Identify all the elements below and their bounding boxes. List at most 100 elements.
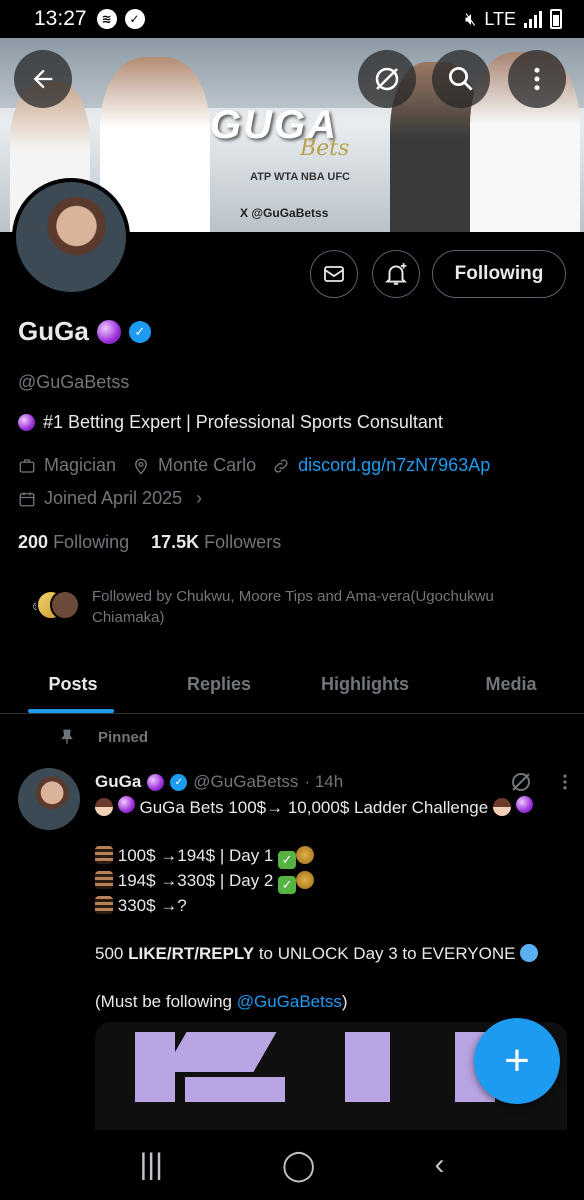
profile-name-row: GuGa ✓ (18, 316, 151, 347)
post-body[interactable]: GuGa Bets 100$→ 10,000$ Ladder Challenge… (95, 796, 570, 1014)
post-author-handle: @GuGaBetss (193, 772, 299, 791)
crystal-ball-icon (18, 414, 35, 431)
post-line-1: 100$ →194$ | Day 1 ✓ (95, 844, 570, 869)
money-bag-emoji-icon (296, 846, 315, 864)
crystal-ball-icon (515, 796, 533, 813)
profile-avatar[interactable] (12, 178, 130, 296)
following-count-link[interactable]: 200 Following (18, 532, 129, 553)
post-line-3-text: 330$ →? (117, 896, 187, 915)
check-icon: ✓ (124, 9, 145, 29)
cta-prefix: 500 (95, 944, 129, 963)
post-title-line: GuGa Bets 100$→ 10,000$ Ladder Challenge (95, 796, 570, 820)
search-button[interactable] (432, 50, 490, 108)
post-line-3: 330$ →? (95, 894, 570, 918)
compose-button[interactable]: + (474, 1018, 560, 1104)
back-button[interactable] (14, 50, 72, 108)
mute-icon: 🔇︎ (464, 8, 477, 29)
banner-brand-sub: Bets (300, 136, 350, 161)
mini-avatar-3 (50, 590, 80, 620)
occupation-item: Magician (18, 455, 116, 476)
back-arrow-icon (33, 69, 53, 89)
joined-item[interactable]: Joined April 2025 › (18, 488, 202, 509)
more-icon (534, 67, 540, 91)
following-button[interactable]: Following (432, 250, 566, 298)
cta-reply: REPLY (198, 944, 255, 963)
ladder-emoji-icon (95, 896, 113, 914)
ladder-emoji-icon (95, 846, 113, 864)
crystal-ball-icon (96, 319, 121, 344)
followed-by[interactable]: ☺ Followed by Chukwu, Moore Tips and Ama… (22, 586, 562, 628)
followed-by-avatars: ☺ (22, 586, 82, 626)
bio-text: #1 Betting Expert | Professional Sports … (43, 412, 443, 432)
pinned-label: Pinned (98, 728, 149, 746)
more-icon[interactable] (555, 771, 575, 793)
briefcase-icon (19, 458, 35, 473)
tab-media[interactable]: Media (438, 656, 584, 713)
link-icon (274, 458, 288, 473)
post-line-2-text: 194$ →330$ | Day 2 (117, 871, 274, 890)
post-line-2: 194$ →330$ | Day 2 ✓ (95, 869, 570, 894)
banner-leagues: ATP WTA NBA UFC (250, 171, 351, 183)
spotify-icon: ≋ (96, 9, 117, 29)
post-title: GuGa Bets 100$→ 10,000$ Ladder Challenge (139, 798, 489, 817)
check-mark-emoji-icon: ✓ (278, 876, 297, 894)
mention-link[interactable]: @GuGaBetss (237, 992, 342, 1011)
grok-icon (375, 67, 399, 91)
profile-tabs: Posts Replies Highlights Media (0, 656, 584, 714)
post-header: GuGa ✓ @GuGaBetss · 14h (95, 770, 575, 794)
cta-rt: RT (171, 944, 195, 963)
tab-highlights[interactable]: Highlights (292, 656, 438, 713)
money-bag-emoji-icon (296, 871, 315, 889)
grok-button[interactable] (358, 50, 416, 108)
joined-text: Joined April 2025 (44, 488, 183, 508)
notification-bell-icon (384, 263, 408, 285)
media-shape (163, 1032, 277, 1072)
verified-badge-icon: ✓ (170, 773, 188, 791)
location-item: Monte Carlo (132, 455, 256, 476)
signal-icon (524, 10, 542, 28)
battery-icon (550, 9, 562, 29)
post-avatar[interactable] (18, 768, 80, 830)
location-icon (135, 458, 147, 474)
followers-count-link[interactable]: 17.5K Followers (151, 532, 281, 553)
post-author-name[interactable]: GuGa (95, 772, 141, 792)
note-suffix: ) (341, 992, 348, 1011)
profile-link[interactable]: discord.gg/n7zN7963Ap (298, 455, 490, 476)
back-icon[interactable]: ‹ (434, 1148, 444, 1182)
crystal-ball-icon (117, 796, 135, 813)
followers-label: Followers (204, 532, 282, 552)
location-text: Monte Carlo (158, 455, 257, 475)
message-button[interactable] (310, 250, 358, 298)
recent-apps-icon[interactable]: ||| (140, 1148, 163, 1182)
wizard-emoji-icon (492, 798, 511, 816)
notify-button[interactable] (372, 250, 420, 298)
following-label: Following (53, 532, 130, 552)
occupation-text: Magician (44, 455, 117, 475)
post-note: (Must be following @GuGaBetss) (95, 990, 570, 1014)
cta-suffix: to UNLOCK Day 3 to EVERYONE (254, 944, 516, 963)
wizard-emoji-icon (95, 798, 113, 816)
media-shape (345, 1032, 390, 1102)
status-indicators: 🔇︎ LTE (465, 9, 562, 30)
verified-badge-icon[interactable]: ✓ (128, 320, 151, 343)
follow-counts: 200 Following 17.5K Followers (18, 532, 281, 553)
crystal-ball-icon (147, 773, 165, 791)
search-icon (449, 67, 473, 91)
grok-icon[interactable] (509, 770, 533, 794)
followers-count: 17.5K (151, 532, 200, 552)
link-item[interactable]: discord.gg/n7zN7963Ap (272, 455, 490, 476)
message-icon (324, 266, 344, 282)
banner-handle: X @GuGaBetss (240, 206, 329, 220)
home-icon[interactable]: ◯ (282, 1148, 316, 1183)
calendar-icon (19, 491, 35, 506)
following-count: 200 (18, 532, 49, 552)
pinned-label-row: Pinned (58, 728, 148, 746)
profile-bio: #1 Betting Expert | Professional Sports … (18, 412, 443, 433)
more-button[interactable] (508, 50, 566, 108)
tab-replies[interactable]: Replies (146, 656, 292, 713)
check-mark-emoji-icon: ✓ (278, 851, 297, 869)
tab-posts[interactable]: Posts (0, 656, 146, 713)
followed-by-text: Followed by Chukwu, Moore Tips and Ama-v… (92, 588, 494, 626)
pin-icon (61, 729, 73, 744)
blue-heart-emoji-icon (520, 944, 539, 962)
